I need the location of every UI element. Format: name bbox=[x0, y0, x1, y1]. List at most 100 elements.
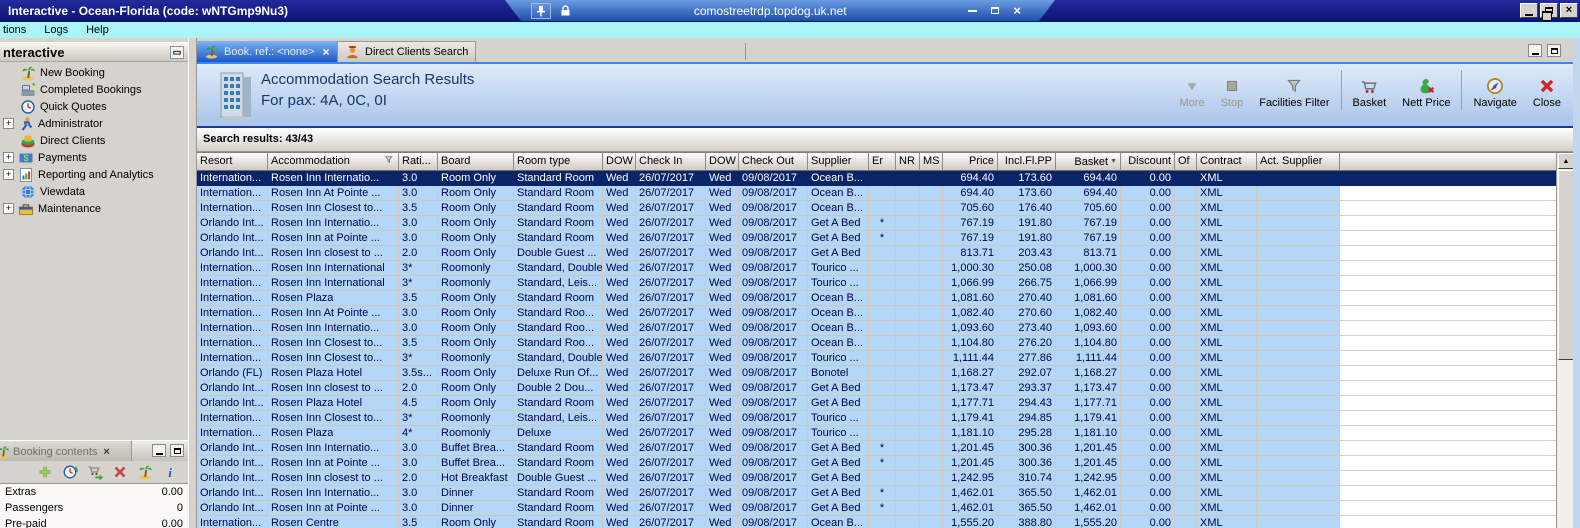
sidebar-item-administrator[interactable]: + Administrator bbox=[0, 115, 188, 132]
panel-minimize-button[interactable] bbox=[1528, 44, 1542, 57]
expand-icon[interactable]: + bbox=[3, 152, 14, 163]
add-icon[interactable] bbox=[37, 464, 53, 480]
tab-book-ref-none-[interactable]: Book. ref.: <none> × bbox=[197, 41, 337, 62]
sidebar-item-direct-clients[interactable]: Direct Clients bbox=[0, 132, 188, 149]
more-button[interactable]: More bbox=[1172, 75, 1213, 112]
result-row[interactable]: Internation... Rosen Inn Closest to... 3* R… bbox=[197, 411, 1556, 426]
sidebar-item-completed-bookings[interactable]: Completed Bookings bbox=[0, 81, 188, 98]
result-row[interactable]: Internation... Rosen Inn Closest to... 3* R… bbox=[197, 351, 1556, 366]
column-header-dow-in[interactable]: DOW bbox=[603, 153, 636, 171]
column-header-contract[interactable]: Contract bbox=[1197, 153, 1257, 171]
column-header-dow-out[interactable]: DOW bbox=[706, 153, 739, 171]
pin-icon[interactable] bbox=[531, 3, 551, 19]
result-row[interactable]: Orlando Int... Rosen Inn Internatio... 3.0… bbox=[197, 216, 1556, 231]
booking-contents-tab[interactable]: Booking contents × bbox=[0, 441, 132, 462]
column-header-board[interactable]: Board bbox=[438, 153, 514, 171]
column-header-check-in[interactable]: Check In bbox=[636, 153, 706, 171]
cell-ms bbox=[920, 471, 943, 486]
sidebar-item-maintenance[interactable]: + Maintenance bbox=[0, 200, 188, 217]
result-row[interactable]: Internation... Rosen Inn International 3* R… bbox=[197, 261, 1556, 276]
vertical-scrollbar[interactable]: ▲ bbox=[1556, 153, 1573, 528]
expand-icon[interactable]: + bbox=[3, 118, 14, 129]
facilities-filter-button[interactable]: Facilities Filter bbox=[1251, 75, 1337, 112]
result-row[interactable]: Orlando Int... Rosen Inn closest to ... 2.… bbox=[197, 471, 1556, 486]
column-header-accommodation[interactable]: Accommodation bbox=[268, 153, 399, 171]
column-header-ms[interactable]: MS bbox=[920, 153, 943, 171]
result-row[interactable]: Orlando Int... Rosen Inn closest to ... 2.… bbox=[197, 381, 1556, 396]
stop-button[interactable]: Stop bbox=[1213, 75, 1252, 112]
sidebar-collapse-button[interactable]: ▭ bbox=[170, 46, 184, 59]
booking-maximize-button[interactable] bbox=[170, 444, 184, 457]
scroll-up-button[interactable]: ▲ bbox=[1558, 153, 1573, 169]
window-minimize-button[interactable] bbox=[1520, 3, 1538, 18]
column-header-supplier[interactable]: Supplier bbox=[808, 153, 869, 171]
sidebar-item-new-booking[interactable]: New Booking bbox=[0, 64, 188, 81]
column-header-rating[interactable]: Rati... bbox=[399, 153, 438, 171]
result-row[interactable]: Internation... Rosen Plaza 3.5 Room Only Sta… bbox=[197, 291, 1556, 306]
result-row[interactable]: Orlando (FL) Rosen Plaza Hotel 3.5s... Room… bbox=[197, 366, 1556, 381]
sidebar-item-viewdata[interactable]: Viewdata bbox=[0, 183, 188, 200]
result-row[interactable]: Internation... Rosen Inn At Pointe ... 3.0… bbox=[197, 186, 1556, 201]
result-row[interactable]: Internation... Rosen Inn Closest to... 3.5… bbox=[197, 336, 1556, 351]
result-row[interactable]: Internation... Rosen Centre 3.5 Room Only St… bbox=[197, 516, 1556, 528]
sidebar-item-payments[interactable]: + $ Payments bbox=[0, 149, 188, 166]
column-header-act-supplier[interactable]: Act. Supplier bbox=[1257, 153, 1340, 171]
payments-icon: $ bbox=[18, 150, 34, 166]
tab-close-icon[interactable]: × bbox=[323, 45, 330, 59]
rdp-restore-button[interactable] bbox=[991, 7, 999, 14]
scrollbar-thumb[interactable] bbox=[1558, 170, 1573, 360]
menu-item-tions[interactable]: tions bbox=[0, 22, 35, 38]
sidebar-item-reporting-and-analytics[interactable]: + Reporting and Analytics bbox=[0, 166, 188, 183]
result-row[interactable]: Orlando Int... Rosen Inn Internatio... 3.0… bbox=[197, 441, 1556, 456]
window-close-button[interactable]: × bbox=[1560, 3, 1578, 18]
result-row[interactable]: Internation... Rosen Plaza 4* Roomonly Delux… bbox=[197, 426, 1556, 441]
close-button[interactable]: Close bbox=[1525, 75, 1569, 112]
column-header-nr[interactable]: NR bbox=[896, 153, 920, 171]
column-header-check-out[interactable]: Check Out bbox=[739, 153, 808, 171]
window-restore-button[interactable] bbox=[1540, 3, 1558, 21]
nett-price-button[interactable]: Nett Price bbox=[1394, 75, 1458, 112]
column-header-room-type[interactable]: Room type bbox=[514, 153, 603, 171]
sidebar-item-quick-quotes[interactable]: Quick Quotes bbox=[0, 98, 188, 115]
result-row[interactable]: Orlando Int... Rosen Inn Internatio... 3.0… bbox=[197, 486, 1556, 501]
result-row[interactable]: Orlando Int... Rosen Inn at Pointe ... 3.0… bbox=[197, 231, 1556, 246]
column-header-incl-fl-pp[interactable]: Incl.Fl.PP bbox=[998, 153, 1056, 171]
expand-icon[interactable]: + bbox=[3, 169, 14, 180]
cell-dow-in: Wed bbox=[603, 471, 636, 486]
column-header-of[interactable]: Of bbox=[1175, 153, 1197, 171]
basket-button[interactable]: Basket bbox=[1345, 75, 1395, 112]
cell-nr bbox=[896, 186, 920, 201]
expand-icon[interactable]: + bbox=[3, 203, 14, 214]
info-icon[interactable]: i bbox=[162, 464, 178, 480]
result-row[interactable]: Orlando Int... Rosen Plaza Hotel 4.5 Room O… bbox=[197, 396, 1556, 411]
booking-minimize-button[interactable] bbox=[152, 444, 166, 457]
column-header-resort[interactable]: Resort bbox=[197, 153, 268, 171]
result-row[interactable]: Internation... Rosen Inn Internatio... 3.0… bbox=[197, 171, 1556, 186]
filter-funnel-icon[interactable] bbox=[384, 156, 396, 170]
result-row[interactable]: Orlando Int... Rosen Inn at Pointe ... 3.0… bbox=[197, 501, 1556, 516]
rdp-minimize-button[interactable] bbox=[968, 10, 977, 12]
result-row[interactable]: Internation... Rosen Inn Internatio... 3.0… bbox=[197, 321, 1556, 336]
column-header-basket[interactable]: Basket ▼ bbox=[1056, 153, 1121, 171]
tab-direct-clients-search[interactable]: Direct Clients Search bbox=[337, 41, 477, 62]
cart-arrow-icon[interactable] bbox=[87, 464, 103, 481]
palm-tree-icon[interactable] bbox=[137, 464, 153, 480]
sidebar-splitter[interactable] bbox=[188, 38, 197, 528]
panel-maximize-button[interactable] bbox=[1547, 44, 1561, 57]
quote-clock-icon[interactable] bbox=[62, 464, 78, 480]
result-row[interactable]: Internation... Rosen Inn Closest to... 3.5… bbox=[197, 201, 1556, 216]
result-row[interactable]: Internation... Rosen Inn At Pointe ... 3.0… bbox=[197, 306, 1556, 321]
menu-item-help[interactable]: Help bbox=[77, 22, 118, 38]
navigate-button[interactable]: Navigate bbox=[1465, 75, 1524, 112]
delete-icon[interactable] bbox=[112, 464, 128, 480]
column-header-discount[interactable]: Discount bbox=[1121, 153, 1175, 171]
column-header-er[interactable]: Er bbox=[869, 153, 896, 171]
rdp-close-button[interactable]: × bbox=[1013, 4, 1021, 17]
menu-item-logs[interactable]: Logs bbox=[35, 22, 77, 38]
result-row[interactable]: Orlando Int... Rosen Inn at Pointe ... 3.0… bbox=[197, 456, 1556, 471]
cell-check-in: 26/07/2017 bbox=[636, 231, 706, 246]
result-row[interactable]: Internation... Rosen Inn International 3* R… bbox=[197, 276, 1556, 291]
booking-contents-close-icon[interactable]: × bbox=[103, 446, 109, 458]
column-header-price[interactable]: Price bbox=[943, 153, 998, 171]
result-row[interactable]: Orlando Int... Rosen Inn closest to ... 2.… bbox=[197, 246, 1556, 261]
